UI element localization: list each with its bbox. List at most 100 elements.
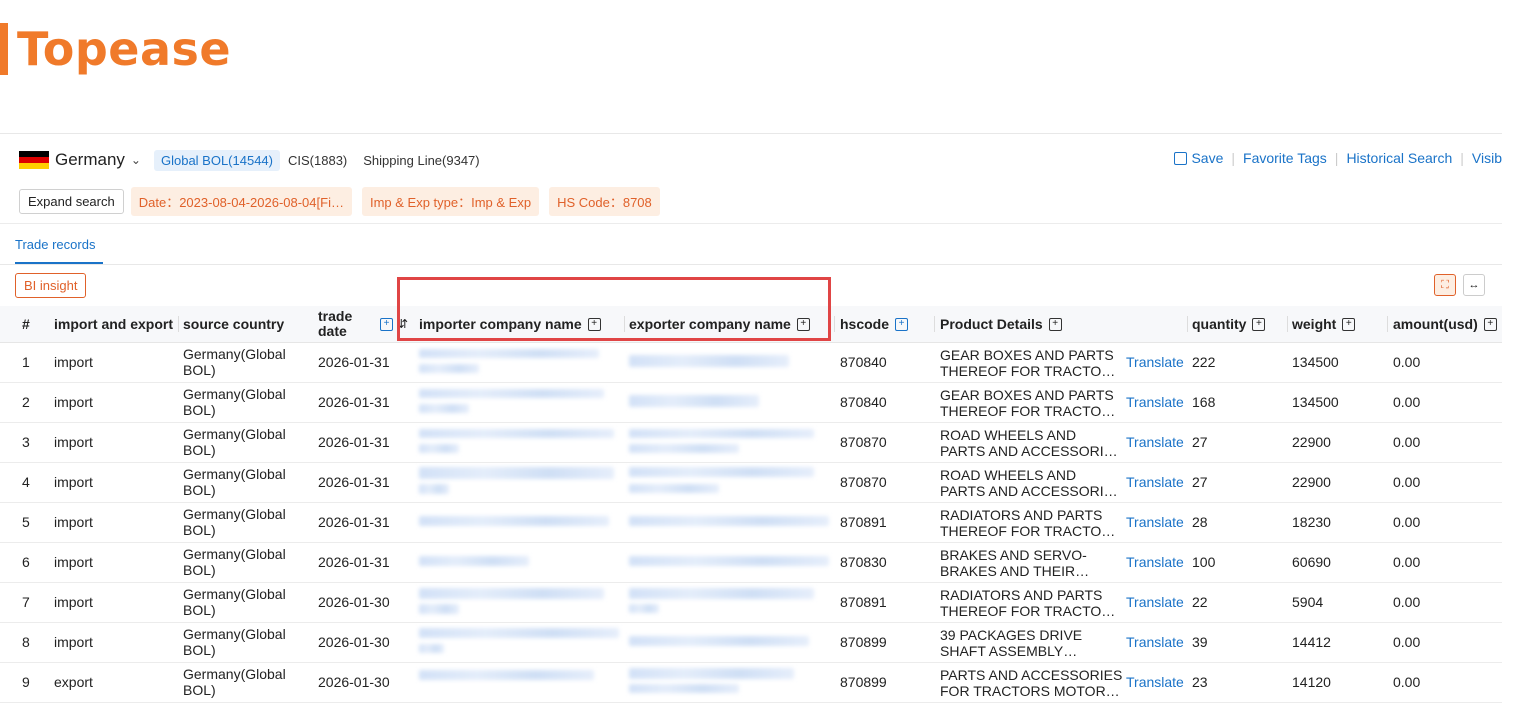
exporter-name-redacted[interactable] xyxy=(629,604,659,613)
hs-code-filter-chip[interactable]: HS Code：8708 xyxy=(549,187,660,216)
row-number: 7 xyxy=(22,594,30,610)
sort-icon[interactable]: ⇵ xyxy=(398,306,408,342)
importer-name-redacted[interactable] xyxy=(419,644,444,653)
tab-cis[interactable]: CIS(1883) xyxy=(288,153,347,168)
country-select[interactable]: Germany xyxy=(55,150,125,170)
importer-name-redacted[interactable] xyxy=(419,364,479,373)
translate-link[interactable]: Translate xyxy=(1126,662,1184,702)
expand-column-icon[interactable]: + xyxy=(1483,317,1497,331)
quantity-cell: 27 xyxy=(1192,434,1208,450)
exporter-name-redacted[interactable] xyxy=(629,444,739,453)
expand-search-button[interactable]: Expand search xyxy=(19,189,124,214)
table-row[interactable]: 8 import Germany(Global BOL) 2026-01-30 … xyxy=(0,622,1502,663)
exporter-name-redacted[interactable] xyxy=(629,636,809,646)
expand-column-icon[interactable]: + xyxy=(374,306,393,342)
trade-date-cell: 2026-01-31 xyxy=(318,474,390,490)
amount-cell: 0.00 xyxy=(1393,674,1421,690)
importer-name-redacted[interactable] xyxy=(419,467,614,479)
translate-link[interactable]: Translate xyxy=(1126,502,1184,542)
row-number: 4 xyxy=(22,474,30,490)
importer-name-redacted[interactable] xyxy=(419,404,469,413)
table-row[interactable]: 5 import Germany(Global BOL) 2026-01-31 … xyxy=(0,502,1502,543)
exporter-name-redacted[interactable] xyxy=(629,588,814,599)
bi-insight-button[interactable]: BI insight xyxy=(15,273,87,298)
favorite-tags-link[interactable]: Favorite Tags xyxy=(1243,150,1327,166)
importer-name-redacted[interactable] xyxy=(419,670,594,680)
table-row[interactable]: 3 import Germany(Global BOL) 2026-01-31 … xyxy=(0,422,1502,463)
table-row[interactable]: 4 import Germany(Global BOL) 2026-01-31 … xyxy=(0,462,1502,503)
importer-name-redacted[interactable] xyxy=(419,556,529,566)
col-exporter: exporter company name + xyxy=(629,306,810,342)
fit-width-icon[interactable]: ↔ xyxy=(1463,274,1485,296)
translate-link[interactable]: Translate xyxy=(1126,542,1184,582)
save-icon[interactable] xyxy=(1174,151,1188,165)
source-country-cell: Germany(Global BOL) xyxy=(183,666,286,698)
trade-date-cell: 2026-01-31 xyxy=(318,554,390,570)
quantity-cell: 100 xyxy=(1192,554,1216,570)
table-header: # import and export source country trade… xyxy=(0,306,1502,343)
row-number: 8 xyxy=(22,634,30,650)
chevron-down-icon[interactable]: ⌄ xyxy=(131,153,141,167)
expand-column-icon[interactable]: + xyxy=(1252,317,1266,331)
exporter-name-redacted[interactable] xyxy=(629,556,829,566)
visible-link[interactable]: Visib xyxy=(1472,150,1502,166)
expand-column-icon[interactable]: + xyxy=(1048,317,1062,331)
translate-link[interactable]: Translate xyxy=(1126,422,1184,462)
expand-column-icon[interactable]: + xyxy=(587,317,601,331)
importer-name-redacted[interactable] xyxy=(419,429,614,438)
exporter-name-redacted[interactable] xyxy=(629,516,829,526)
expand-column-icon[interactable]: + xyxy=(895,317,909,331)
product-details-cell: RADIATORS AND PARTS THEREOF FOR TRACTO… xyxy=(940,507,1116,539)
source-country-cell: Germany(Global BOL) xyxy=(183,346,286,378)
amount-cell: 0.00 xyxy=(1393,594,1421,610)
logo-bar xyxy=(0,23,8,75)
translate-link[interactable]: Translate xyxy=(1126,462,1184,502)
translate-link[interactable]: Translate xyxy=(1126,382,1184,422)
save-link[interactable]: Save xyxy=(1191,150,1223,166)
quantity-cell: 23 xyxy=(1192,674,1208,690)
table-row[interactable]: 6 import Germany(Global BOL) 2026-01-31 … xyxy=(0,542,1502,583)
weight-cell: 14412 xyxy=(1292,634,1331,650)
exporter-name-redacted[interactable] xyxy=(629,355,789,367)
exporter-name-redacted[interactable] xyxy=(629,668,794,679)
date-filter-chip[interactable]: Date：2023-08-04-2026-08-04[Fi… xyxy=(130,187,352,216)
product-details-cell: GEAR BOXES AND PARTS THEREOF FOR TRACTO… xyxy=(940,387,1116,419)
exporter-name-redacted[interactable] xyxy=(629,395,759,407)
table-row[interactable]: 9 export Germany(Global BOL) 2026-01-30 … xyxy=(0,662,1502,703)
column-divider xyxy=(1287,316,1288,332)
exporter-name-redacted[interactable] xyxy=(629,684,739,693)
trade-date-cell: 2026-01-30 xyxy=(318,594,390,610)
importer-name-redacted[interactable] xyxy=(419,389,604,398)
translate-link[interactable]: Translate xyxy=(1126,622,1184,662)
exporter-name-redacted[interactable] xyxy=(629,484,719,493)
imp-exp-filter-chip[interactable]: Imp & Exp type：Imp & Exp xyxy=(361,187,540,216)
fullscreen-icon[interactable]: ⛶ xyxy=(1434,274,1456,296)
importer-name-redacted[interactable] xyxy=(419,588,604,599)
exporter-name-redacted[interactable] xyxy=(629,429,814,438)
expand-column-icon[interactable]: + xyxy=(1342,317,1356,331)
importer-name-redacted[interactable] xyxy=(419,628,619,638)
table-row[interactable]: 2 import Germany(Global BOL) 2026-01-31 … xyxy=(0,382,1502,423)
import-export-cell: import xyxy=(54,634,93,650)
exporter-name-redacted[interactable] xyxy=(629,467,814,477)
source-filter-row: Germany ⌄ Global BOL(14544) CIS(1883) Sh… xyxy=(19,149,496,171)
translate-link[interactable]: Translate xyxy=(1126,582,1184,622)
trade-date-cell: 2026-01-31 xyxy=(318,354,390,370)
table-row[interactable]: 1 import Germany(Global BOL) 2026-01-31 … xyxy=(0,342,1502,383)
weight-cell: 134500 xyxy=(1292,394,1339,410)
table-row[interactable]: 7 import Germany(Global BOL) 2026-01-30 … xyxy=(0,582,1502,623)
tab-trade-records[interactable]: Trade records xyxy=(15,237,95,252)
importer-name-redacted[interactable] xyxy=(419,444,459,453)
importer-name-redacted[interactable] xyxy=(419,484,449,494)
hscode-cell: 870870 xyxy=(840,474,887,490)
historical-search-link[interactable]: Historical Search xyxy=(1346,150,1452,166)
source-country-cell: Germany(Global BOL) xyxy=(183,586,286,618)
translate-link[interactable]: Translate xyxy=(1126,342,1184,382)
tab-shipping-line[interactable]: Shipping Line(9347) xyxy=(363,153,479,168)
expand-column-icon[interactable]: + xyxy=(796,317,810,331)
importer-name-redacted[interactable] xyxy=(419,349,599,358)
importer-name-redacted[interactable] xyxy=(419,516,609,526)
tab-global-bol[interactable]: Global BOL(14544) xyxy=(153,149,280,171)
importer-name-redacted[interactable] xyxy=(419,604,459,614)
quantity-cell: 222 xyxy=(1192,354,1216,370)
